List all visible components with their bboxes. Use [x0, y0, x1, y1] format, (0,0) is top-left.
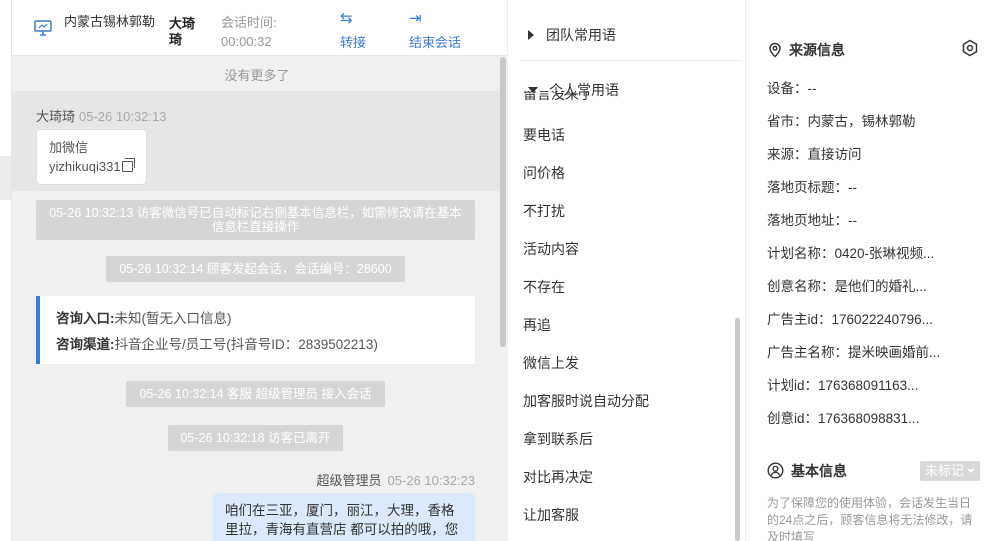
- info-row-advertiser-id: 广告主id：176022240796...: [767, 312, 933, 327]
- monitor-icon: [34, 20, 52, 36]
- exit-icon: ⇥: [409, 10, 422, 27]
- basic-info-title: 基本信息: [791, 463, 847, 479]
- personal-phrase-list: 要电话 问价格 不打扰 活动内容 不存在 再追 微信上发 加客服时说自动分配 拿…: [523, 117, 733, 535]
- system-message: 05-26 10:32:14 顾客发起会话，会话编号：28600: [106, 256, 405, 282]
- caret-right-icon: [528, 30, 534, 40]
- basic-info-note: 为了保障您的使用体验，会话发生当日的24点之后，顾客信息将无法修改，请及时填写: [767, 496, 973, 541]
- session-list-tab[interactable]: [0, 156, 11, 200]
- transfer-label: 转接: [340, 35, 367, 50]
- team-phrases-label: 团队常用语: [546, 27, 616, 43]
- agent-message-time: 05-26 10:32:23: [387, 473, 475, 488]
- info-row-creative-name: 创意名称：是他们的婚礼...: [767, 279, 927, 294]
- end-session-label: 结束会话: [409, 35, 462, 50]
- source-info-title: 来源信息: [789, 42, 845, 58]
- phrase-item[interactable]: 再追: [523, 307, 733, 345]
- location-pin-icon: [769, 42, 781, 58]
- phrase-item[interactable]: 微信上发: [523, 345, 733, 383]
- system-message: 05-26 10:32:13 访客微信号已自动标记右侧基本信息栏，如需修改请在基…: [36, 200, 475, 240]
- visitor-info-panel: 来源信息 设备：-- 省市：内蒙古，锡林郭勒 来源：直接访问 落地页标题：-- …: [747, 0, 1001, 541]
- caret-down-icon: [967, 469, 975, 473]
- chat-panel: 内蒙古锡林郭勒 大琦琦 会话时间: 00:00:32 ⇆ 转接 ⇥ 结束会话 没…: [12, 0, 507, 541]
- info-row-creative-id: 创意id：176368098831...: [767, 411, 920, 426]
- consult-channel-label: 咨询渠道:: [56, 337, 115, 352]
- common-phrases-panel: 团队常用语 个人常用语 留言没来了 要电话 问价格 不打扰 活动内容 不存在 再…: [507, 0, 746, 541]
- visitor-message-line1: 加微信: [49, 140, 89, 155]
- transfer-button[interactable]: ⇆ 转接: [340, 10, 366, 51]
- visitor-message-time: 05-26 10:32:13: [79, 109, 167, 124]
- visitor-location: 内蒙古锡林郭勒: [64, 14, 156, 29]
- agent-message-header: 超级管理员 05-26 10:32:23: [12, 470, 475, 489]
- visitor-message-block: 大琦琦 05-26 10:32:13 加微信 yizhikuqi331: [12, 91, 502, 191]
- consult-channel-value: 抖音企业号/员工号(抖音号ID：2839502213): [114, 337, 378, 352]
- consult-entry-value: 未知(暂无入口信息): [114, 311, 232, 326]
- info-row-source: 来源：直接访问: [767, 147, 862, 162]
- info-row-device: 设备：--: [767, 81, 817, 96]
- session-time-label: 会话时间:: [221, 15, 277, 30]
- agent-message-name: 超级管理员: [316, 473, 382, 488]
- copy-icon[interactable]: [121, 158, 135, 172]
- phrase-item[interactable]: 拿到联系后: [523, 421, 733, 459]
- phrase-item[interactable]: 不存在: [523, 269, 733, 307]
- settings-icon[interactable]: [961, 39, 979, 57]
- no-more-text: 没有更多了: [224, 68, 290, 83]
- info-row-plan-id: 计划id：176368091163...: [767, 378, 919, 393]
- info-row-landing-title: 落地页标题：--: [767, 180, 857, 195]
- visitor-message-line2: yizhikuqi331: [49, 157, 135, 176]
- visitor-message-name: 大琦琦: [36, 109, 76, 124]
- source-info-list: 设备：-- 省市：内蒙古，锡林郭勒 来源：直接访问 落地页标题：-- 落地页地址…: [767, 72, 997, 435]
- end-session-button[interactable]: ⇥ 结束会话: [409, 10, 461, 51]
- consult-entry-label: 咨询入口:: [56, 311, 115, 326]
- info-row-advertiser-name: 广告主名称：提米映画婚前...: [767, 345, 941, 360]
- transfer-icon: ⇆: [340, 10, 353, 27]
- phrase-item[interactable]: 让加客服: [523, 497, 733, 535]
- consult-entry: 咨询入口:未知(暂无入口信息): [56, 306, 475, 332]
- left-strip: [0, 0, 12, 541]
- info-row-landing-url: 落地页地址：--: [767, 213, 857, 228]
- phrase-item[interactable]: 不打扰: [523, 193, 733, 231]
- phrase-item[interactable]: 对比再决定: [523, 459, 733, 497]
- visitor-message-bubble: 加微信 yizhikuqi331: [36, 129, 147, 185]
- info-row-region: 省市：内蒙古，锡林郭勒: [767, 114, 916, 129]
- phrase-item[interactable]: 活动内容: [523, 231, 733, 269]
- phrase-item[interactable]: 加客服时说自动分配: [523, 383, 733, 421]
- wechat-id: yizhikuqi331: [49, 159, 121, 174]
- phrase-item-clipped-label: 留言没来了: [523, 91, 593, 102]
- divider: [520, 60, 742, 61]
- session-time: 00:00:32: [221, 34, 272, 49]
- system-message: 05-26 10:32:18 访客已离开: [168, 425, 343, 451]
- chat-scrollbar[interactable]: [500, 57, 506, 347]
- user-icon: [767, 462, 784, 479]
- phrase-item[interactable]: 要电话: [523, 117, 733, 155]
- team-phrases-toggle[interactable]: 团队常用语: [528, 25, 616, 45]
- visitor-message-header: 大琦琦 05-26 10:32:13: [36, 106, 166, 125]
- chat-messages[interactable]: 没有更多了 大琦琦 05-26 10:32:13 加微信 yizhikuqi331…: [12, 57, 502, 541]
- phrases-scrollbar[interactable]: [735, 318, 740, 541]
- phrase-item-clipped[interactable]: 留言没来了: [523, 91, 723, 103]
- mark-status-label: 未标记: [924, 463, 964, 478]
- mark-status-dropdown[interactable]: 未标记: [920, 461, 980, 481]
- phrase-item[interactable]: 问价格: [523, 155, 733, 193]
- info-row-plan-name: 计划名称：0420-张琳视频...: [767, 246, 935, 261]
- agent-message-bubble: 咱们在三亚，厦门，丽江，大理，香格里拉，青海有直营店 都可以拍的哦，您想了解哪个…: [213, 493, 475, 541]
- visitor-name: 大琦琦: [169, 16, 196, 47]
- consult-info-card: 咨询入口:未知(暂无入口信息) 咨询渠道:抖音企业号/员工号(抖音号ID：283…: [36, 296, 475, 364]
- chat-header: 内蒙古锡林郭勒 大琦琦 会话时间: 00:00:32 ⇆ 转接 ⇥ 结束会话: [12, 0, 507, 56]
- consult-channel: 咨询渠道:抖音企业号/员工号(抖音号ID：2839502213): [56, 332, 475, 358]
- system-message: 05-26 10:32:14 客服 超级管理员 接入会话: [126, 381, 385, 407]
